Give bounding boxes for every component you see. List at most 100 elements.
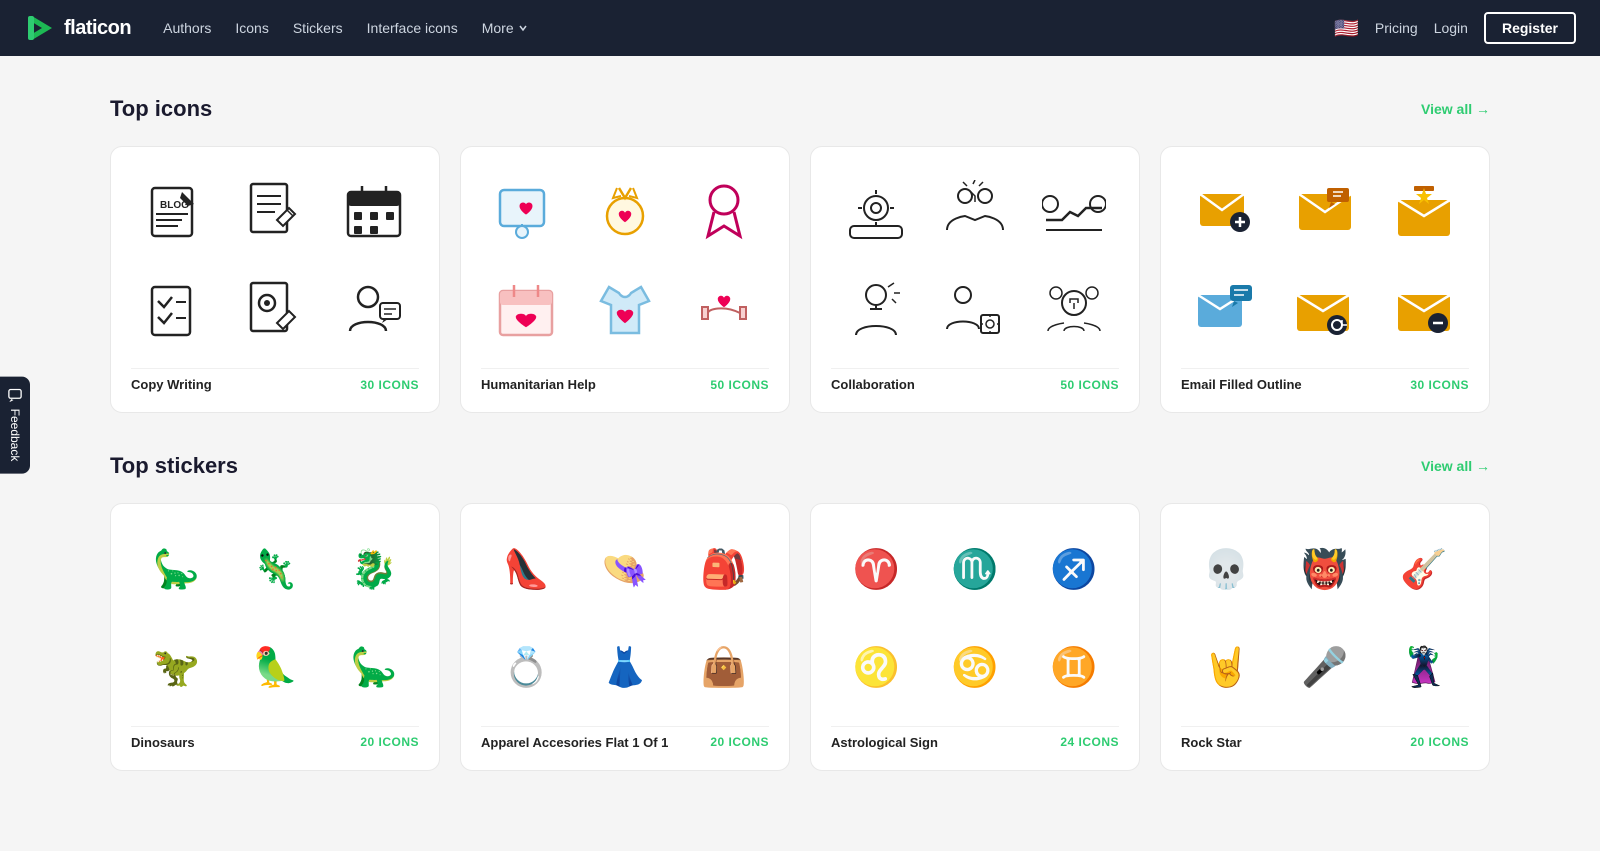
card-count-dinosaurs: 20 ICONS <box>360 735 419 749</box>
card-name-astrological: Astrological Sign <box>831 735 938 750</box>
card-collaboration[interactable]: Collaboration 50 ICONS <box>810 146 1140 413</box>
top-icons-grid: BLOG <box>110 146 1490 413</box>
sticker-dino-3: 🐉 <box>328 524 419 615</box>
icon-calendar-heart <box>481 266 572 357</box>
card-icons-copy-writing: BLOG <box>131 167 419 356</box>
icon-checklist <box>131 266 222 357</box>
sticker-astro-1: ♈ <box>831 524 922 615</box>
top-stickers-section: Top stickers View all → 🦕 🦎 🐉 🦖 🦜 🦕 Dino… <box>110 453 1490 770</box>
icon-idea-person <box>831 266 922 357</box>
card-count-email-filled-outline: 30 ICONS <box>1410 378 1469 392</box>
card-copy-writing[interactable]: BLOG <box>110 146 440 413</box>
icon-hands-heart <box>678 266 769 357</box>
icon-team-celebrate <box>930 167 1021 258</box>
sticker-apparel-4: 💍 <box>481 623 572 714</box>
sticker-astro-3: ♐ <box>1028 524 1119 615</box>
card-name-copy-writing: Copy Writing <box>131 377 212 392</box>
card-footer-copy-writing: Copy Writing 30 ICONS <box>131 368 419 392</box>
sticker-astro-4: ♌ <box>831 623 922 714</box>
nav-icons[interactable]: Icons <box>235 20 268 36</box>
card-count-collaboration: 50 ICONS <box>1060 378 1119 392</box>
icon-team-settings <box>831 167 922 258</box>
icon-email-at <box>1280 266 1371 357</box>
nav-more[interactable]: More <box>482 20 528 36</box>
icon-certificate-heart <box>481 167 572 258</box>
sticker-apparel-2: 👒 <box>580 524 671 615</box>
sticker-apparel-3: 🎒 <box>678 524 769 615</box>
sticker-rock-5: 🎤 <box>1280 623 1371 714</box>
sticker-dino-6: 🦕 <box>328 623 419 714</box>
logo-text: flaticon <box>64 17 131 40</box>
nav-authors[interactable]: Authors <box>163 20 211 36</box>
logo-icon <box>24 12 56 44</box>
login-button[interactable]: Login <box>1434 20 1468 36</box>
top-icons-header: Top icons View all → <box>110 96 1490 122</box>
feedback-icon <box>8 389 22 403</box>
nav-right: 🇺🇸 Pricing Login Register <box>1334 12 1576 44</box>
sticker-rock-4: 🤘 <box>1181 623 1272 714</box>
sticker-apparel-6: 👜 <box>678 623 769 714</box>
card-icons-humanitarian-help <box>481 167 769 356</box>
sticker-apparel-1: 👠 <box>481 524 572 615</box>
card-footer-astrological: Astrological Sign 24 ICONS <box>831 726 1119 750</box>
icon-tshirt-heart <box>580 266 671 357</box>
card-astrological[interactable]: ♈ ♏ ♐ ♌ ♋ ♊ Astrological Sign 24 ICONS <box>810 503 1140 770</box>
sticker-rock-1: 💀 <box>1181 524 1272 615</box>
sticker-dino-1: 🦕 <box>131 524 222 615</box>
card-apparel[interactable]: 👠 👒 🎒 💍 👗 👜 Apparel Accesories Flat 1 Of… <box>460 503 790 770</box>
card-name-apparel: Apparel Accesories Flat 1 Of 1 <box>481 735 668 750</box>
card-name-humanitarian-help: Humanitarian Help <box>481 377 596 392</box>
card-count-humanitarian-help: 50 ICONS <box>710 378 769 392</box>
top-stickers-grid: 🦕 🦎 🐉 🦖 🦜 🦕 Dinosaurs 20 ICONS 👠 👒 <box>110 503 1490 770</box>
icon-people-settings <box>930 266 1021 357</box>
register-button[interactable]: Register <box>1484 12 1576 44</box>
language-flag[interactable]: 🇺🇸 <box>1334 16 1359 41</box>
icon-email-starred <box>1378 167 1469 258</box>
icon-team-idea <box>1028 266 1119 357</box>
card-footer-rock-star: Rock Star 20 ICONS <box>1181 726 1469 750</box>
top-icons-view-all[interactable]: View all → <box>1421 101 1490 117</box>
icon-medal-heart <box>580 167 671 258</box>
sticker-dino-5: 🦜 <box>230 623 321 714</box>
card-email-filled-outline[interactable]: Email Filled Outline 30 ICONS <box>1160 146 1490 413</box>
nav-interface-icons[interactable]: Interface icons <box>367 20 458 36</box>
icon-edit-doc <box>230 167 321 258</box>
nav-links: Authors Icons Stickers Interface icons M… <box>163 20 1334 36</box>
card-icons-email-filled-outline <box>1181 167 1469 356</box>
card-footer-dinosaurs: Dinosaurs 20 ICONS <box>131 726 419 750</box>
icon-email-add <box>1181 167 1272 258</box>
card-footer-apparel: Apparel Accesories Flat 1 Of 1 20 ICONS <box>481 726 769 750</box>
card-icons-astrological: ♈ ♏ ♐ ♌ ♋ ♊ <box>831 524 1119 713</box>
sticker-astro-5: ♋ <box>930 623 1021 714</box>
card-icons-dinosaurs: 🦕 🦎 🐉 🦖 🦜 🦕 <box>131 524 419 713</box>
card-humanitarian-help[interactable]: Humanitarian Help 50 ICONS <box>460 146 790 413</box>
icon-settings-doc <box>230 266 321 357</box>
card-dinosaurs[interactable]: 🦕 🦎 🐉 🦖 🦜 🦕 Dinosaurs 20 ICONS <box>110 503 440 770</box>
card-footer-collaboration: Collaboration 50 ICONS <box>831 368 1119 392</box>
logo-link[interactable]: flaticon <box>24 12 131 44</box>
feedback-widget[interactable]: Feedback <box>0 377 30 474</box>
card-icons-rock-star: 💀 👹 🎸 🤘 🎤 🦹 <box>1181 524 1469 713</box>
card-footer-email-filled-outline: Email Filled Outline 30 ICONS <box>1181 368 1469 392</box>
sticker-dino-2: 🦎 <box>230 524 321 615</box>
top-stickers-view-all[interactable]: View all → <box>1421 458 1490 474</box>
top-icons-section: Top icons View all → BLOG <box>110 96 1490 413</box>
navigation: flaticon Authors Icons Stickers Interfac… <box>0 0 1600 56</box>
card-count-rock-star: 20 ICONS <box>1410 735 1469 749</box>
main-content: Top icons View all → BLOG <box>50 56 1550 851</box>
card-rock-star[interactable]: 💀 👹 🎸 🤘 🎤 🦹 Rock Star 20 ICONS <box>1160 503 1490 770</box>
card-count-apparel: 20 ICONS <box>710 735 769 749</box>
sticker-astro-2: ♏ <box>930 524 1021 615</box>
icon-person-chat <box>328 266 419 357</box>
sticker-dino-4: 🦖 <box>131 623 222 714</box>
sticker-rock-2: 👹 <box>1280 524 1371 615</box>
chevron-down-icon <box>518 23 528 33</box>
sticker-rock-6: 🦹 <box>1378 623 1469 714</box>
nav-pricing[interactable]: Pricing <box>1375 20 1418 36</box>
nav-stickers[interactable]: Stickers <box>293 20 343 36</box>
icon-email-ticket <box>1280 167 1371 258</box>
card-name-dinosaurs: Dinosaurs <box>131 735 195 750</box>
top-icons-title: Top icons <box>110 96 212 122</box>
card-name-collaboration: Collaboration <box>831 377 915 392</box>
card-count-astrological: 24 ICONS <box>1060 735 1119 749</box>
